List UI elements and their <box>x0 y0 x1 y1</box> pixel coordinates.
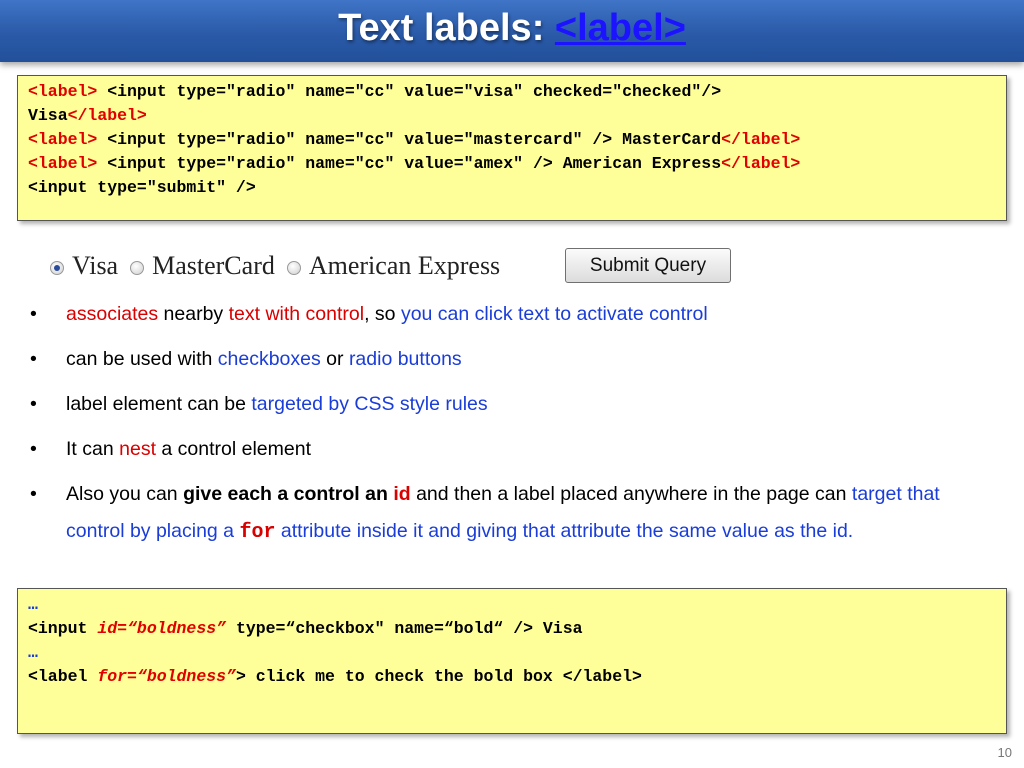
code-tag: </label> <box>721 154 801 173</box>
code-line: … <box>28 643 38 662</box>
code-line: <label> <input type="radio" name="cc" va… <box>28 128 1006 152</box>
bullet-text: associates <box>66 303 159 325</box>
bullet-text: nest <box>119 438 156 460</box>
radio-demo: Visa MasterCard American Express <box>44 246 502 286</box>
code-text: <input type="radio" name="cc" value="mas… <box>97 130 722 149</box>
code-text: > click me to check the bold box </label… <box>235 667 642 686</box>
radio-label-mastercard[interactable]: MasterCard <box>152 251 275 281</box>
code-block-for-attribute: … <input id=“boldness” type=“checkbox" n… <box>17 588 1007 734</box>
bullet-text: can be used with <box>66 348 218 370</box>
radio-visa[interactable] <box>50 261 64 275</box>
bullet-item: • Also you can give each a control an id … <box>30 476 1000 551</box>
code-text: <input type="radio" name="cc" value="ame… <box>97 154 722 173</box>
bullet-item: • label element can be targeted by CSS st… <box>30 386 1000 423</box>
bullet-text: or <box>320 348 349 370</box>
bullet-text: a control element <box>155 438 311 460</box>
bullet-text: checkboxes <box>217 348 321 370</box>
bullet-text: text with control <box>228 303 365 325</box>
bullet-dot: • <box>30 438 37 460</box>
bullet-text: you can click text to activate control <box>400 303 708 325</box>
slide-title: Text labels: <label> <box>0 7 1024 50</box>
bullet-item: • It can nest a control element <box>30 431 1000 468</box>
bullet-text: targeted by CSS style rules <box>251 393 488 415</box>
bullet-text: nearby <box>158 303 229 325</box>
bullet-dot: • <box>30 303 37 325</box>
bullet-dot: • <box>30 348 37 370</box>
code-tag: <label> <box>28 154 98 173</box>
code-attr: for=“boldness” <box>97 667 236 686</box>
code-line: <label> <input type="radio" name="cc" va… <box>28 152 1006 176</box>
bullet-list: • associates nearby text with control, so… <box>30 296 1000 559</box>
bullet-text: attribute inside it and giving that attr… <box>275 520 854 542</box>
code-line: <label for=“boldness”> click me to check… <box>28 665 1006 689</box>
bullet-text: id <box>393 483 411 505</box>
bullet-item: • can be used with checkboxes or radio bu… <box>30 341 1000 378</box>
code-tag: <label> <box>28 130 98 149</box>
submit-query-button[interactable]: Submit Query <box>565 248 731 283</box>
radio-label-amex[interactable]: American Express <box>309 251 500 281</box>
bullet-item: • associates nearby text with control, so… <box>30 296 1000 333</box>
code-text: type=“checkbox" name=“bold“ /> Visa <box>226 619 583 638</box>
code-text: <input <box>28 619 98 638</box>
code-block-radio-labels: <label> <input type="radio" name="cc" va… <box>17 75 1007 221</box>
bullet-text: It can <box>66 438 120 460</box>
bullet-text: , so <box>364 303 401 325</box>
page-number: 10 <box>997 745 1012 760</box>
bullet-text: Also you can <box>66 483 184 505</box>
code-line: <input id=“boldness” type=“checkbox" nam… <box>28 617 1006 641</box>
radio-mastercard[interactable] <box>130 261 145 275</box>
code-attr: id=“boldness” <box>97 619 227 638</box>
code-line: Visa</label> <box>28 104 1006 128</box>
code-line: … <box>28 595 38 614</box>
bullet-text: give each a control an <box>183 483 394 505</box>
code-line: <label> <input type="radio" name="cc" va… <box>28 80 1006 104</box>
code-tag: </label> <box>721 130 801 149</box>
slide-title-link[interactable]: <label> <box>555 7 686 49</box>
code-text: Visa <box>28 106 68 125</box>
radio-label-visa[interactable]: Visa <box>72 251 118 281</box>
title-bar: Text labels: <label> <box>0 0 1024 62</box>
code-tag: <label> <box>28 82 98 101</box>
code-tag: </label> <box>67 106 147 125</box>
bullet-text: label element can be <box>66 393 252 415</box>
code-text: <label <box>28 667 98 686</box>
code-line: <input type="submit" /> <box>28 178 256 197</box>
bullet-text: radio buttons <box>348 348 462 370</box>
slide-title-text: Text labels: <box>338 7 555 49</box>
radio-amex[interactable] <box>286 261 301 275</box>
bullet-code: for <box>239 521 276 544</box>
bullet-text: and then a label placed anywhere in the … <box>410 483 852 505</box>
bullet-dot: • <box>30 393 37 415</box>
bullet-dot: • <box>30 483 37 505</box>
code-text: <input type="radio" name="cc" value="vis… <box>97 82 722 101</box>
